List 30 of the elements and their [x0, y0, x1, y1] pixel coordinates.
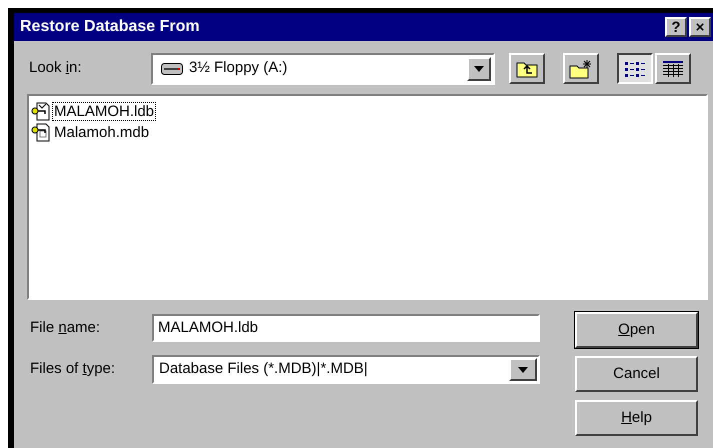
list-view-icon	[624, 60, 646, 78]
help-button[interactable]: ?	[665, 17, 687, 37]
dropdown-arrow-button[interactable]	[509, 358, 537, 381]
details-view-button[interactable]	[655, 53, 691, 84]
files-of-type-dropdown[interactable]: Database Files (*.MDB)|*.MDB|	[152, 355, 540, 384]
close-button[interactable]: ×	[689, 17, 711, 37]
files-of-type-label: Files of type:	[30, 359, 116, 380]
dialog-button[interactable]: Cancel	[575, 356, 698, 392]
caret-icon	[518, 366, 528, 372]
file-item[interactable]: Malamoh.mdb	[52, 123, 152, 142]
look-in-dropdown[interactable]: 3½ Floppy (A:)	[151, 52, 495, 84]
file-name-field[interactable]: MALAMOH.ldb	[152, 314, 540, 342]
look-in-value: 3½ Floppy (A:)	[189, 58, 288, 78]
details-view-icon	[662, 60, 684, 78]
dialog-button[interactable]: Help	[575, 400, 698, 436]
up-folder-button[interactable]	[509, 53, 545, 84]
file-name-label: File name:	[30, 318, 102, 338]
dialog-button[interactable]: Open	[575, 312, 698, 348]
file-item[interactable]: MALAMOH.ldb	[52, 102, 156, 121]
database-key-icon	[31, 123, 51, 142]
list-view-button[interactable]	[617, 53, 653, 84]
new-folder-button[interactable]	[563, 53, 599, 84]
dropdown-arrow-button[interactable]	[467, 56, 491, 80]
look-in-label: Look in:	[29, 58, 83, 78]
floppy-drive-icon	[161, 62, 183, 74]
database-key-icon	[31, 102, 51, 121]
window-title: Restore Database From	[20, 17, 200, 37]
caret-icon	[474, 66, 484, 72]
folder-up-icon	[516, 60, 538, 78]
new-folder-icon	[569, 58, 593, 78]
